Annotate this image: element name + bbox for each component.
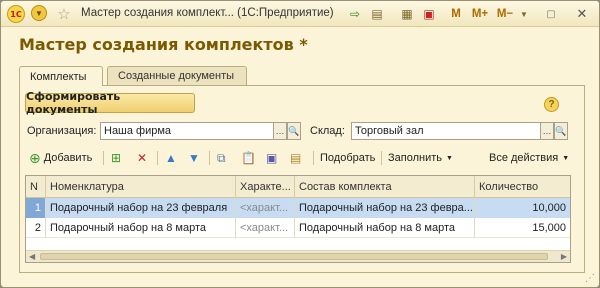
warehouse-field[interactable]: Торговый зал	[351, 122, 541, 140]
resize-grip-icon[interactable]: ⋰	[585, 273, 595, 284]
kits-table[interactable]: N Номенклатура Характе... Состав комплек…	[25, 175, 571, 263]
row-number: 2	[26, 218, 46, 238]
memory-plus-button[interactable]: M+	[470, 5, 490, 23]
pick-button[interactable]: Подобрать	[320, 148, 375, 168]
copy-add-icon: ⊞	[111, 151, 122, 165]
organization-search-icon[interactable]: 🔍	[287, 122, 301, 140]
warehouse-select-button[interactable]: …	[540, 122, 554, 140]
paste-special-button[interactable]: ▣	[266, 148, 277, 168]
cell-quantity[interactable]: 10,000	[475, 198, 570, 218]
title-bar: 1С ▼ ☆ Мастер создания комплект... (1С:П…	[1, 1, 599, 27]
cell-characteristic[interactable]: <характ...	[236, 198, 295, 218]
delete-button[interactable]: ✕	[137, 148, 147, 168]
arrow-up-icon: ▲	[165, 151, 177, 165]
tab-created-documents[interactable]: Созданные документы	[107, 66, 247, 85]
delete-icon: ✕	[137, 151, 148, 165]
page-title: Мастер создания комплектов *	[19, 35, 308, 54]
forward-icon[interactable]: ⇨	[347, 5, 363, 23]
all-actions-label: Все действия	[489, 152, 559, 164]
calendar-icon[interactable]: ▣	[421, 5, 437, 23]
app-logo-icon[interactable]: 1С	[7, 5, 25, 23]
organization-select-button[interactable]: …	[273, 122, 287, 140]
help-icon[interactable]: ?	[544, 97, 559, 112]
warehouse-search-icon[interactable]: 🔍	[554, 122, 568, 140]
copy-icon: ⧉	[217, 150, 226, 165]
horizontal-scrollbar[interactable]: ◀ ▶	[26, 250, 570, 262]
cell-composition[interactable]: Подарочный набор на 8 марта	[295, 218, 475, 238]
fill-button-label: Заполнить	[388, 152, 443, 164]
add-button[interactable]: ⊕ Добавить	[29, 148, 92, 168]
scroll-right-icon[interactable]: ▶	[561, 252, 567, 261]
favorite-star-icon[interactable]: ☆	[55, 5, 73, 23]
row-number: 1	[26, 198, 46, 218]
cell-quantity[interactable]: 15,000	[475, 218, 570, 238]
main-window: 1С ▼ ☆ Мастер создания комплект... (1С:П…	[0, 0, 600, 288]
close-icon[interactable]: ✕	[575, 5, 589, 23]
main-menu-icon[interactable]: ▼	[31, 5, 47, 21]
organization-field[interactable]: Наша фирма	[100, 122, 274, 140]
paste-button[interactable]: 📋	[241, 148, 256, 168]
add-button-label: Добавить	[43, 152, 93, 164]
scroll-thumb[interactable]	[40, 253, 548, 260]
move-up-button[interactable]: ▲	[165, 148, 177, 168]
paste-icon: 📋	[241, 151, 256, 165]
add-icon: ⊕	[29, 149, 41, 166]
all-actions-button[interactable]: Все действия ▼	[489, 148, 569, 168]
paste-special-icon: ▣	[266, 151, 278, 165]
generate-documents-button[interactable]: Сформировать документы	[25, 90, 195, 116]
arrow-down-icon: ▼	[188, 151, 200, 165]
column-header-quantity[interactable]: Количество	[475, 176, 570, 198]
cell-composition[interactable]: Подарочный набор на 23 февра...	[295, 198, 475, 218]
chevron-down-icon: ▼	[446, 154, 453, 162]
copy-button[interactable]: ⧉	[217, 148, 226, 168]
column-header-n[interactable]: N	[26, 176, 46, 198]
fill-button[interactable]: Заполнить ▼	[388, 148, 453, 168]
memory-minus-button[interactable]: M−	[495, 5, 515, 23]
window-title: Мастер создания комплект... (1С:Предприя…	[81, 7, 334, 19]
clipboard-button[interactable]: ▤	[290, 148, 301, 168]
move-down-button[interactable]: ▼	[188, 148, 200, 168]
table-header: N Номенклатура Характе... Состав комплек…	[26, 176, 570, 198]
warehouse-label: Склад:	[310, 125, 345, 137]
copy-row-button[interactable]: ⊞	[111, 148, 121, 168]
cell-characteristic[interactable]: <характ...	[236, 218, 295, 238]
chevron-down-icon: ▼	[562, 154, 570, 162]
column-header-nomenclature[interactable]: Номенклатура	[46, 176, 236, 198]
document-icon[interactable]: ▤	[369, 5, 385, 23]
table-row[interactable]: 1 Подарочный набор на 23 февраля <характ…	[26, 198, 570, 218]
calculator-icon[interactable]: ▦	[399, 5, 415, 23]
organization-label: Организация:	[27, 125, 97, 137]
table-row[interactable]: 2 Подарочный набор на 8 марта <характ...…	[26, 218, 570, 238]
clipboard-icon: ▤	[290, 151, 302, 165]
pin-icon[interactable]: ▢	[545, 5, 557, 23]
column-header-composition[interactable]: Состав комплекта	[295, 176, 475, 198]
chevron-down-icon[interactable]: ▼	[519, 5, 529, 23]
tab-kits[interactable]: Комплекты	[19, 66, 103, 86]
memory-m-button[interactable]: M	[450, 5, 462, 23]
scroll-left-icon[interactable]: ◀	[29, 252, 35, 261]
column-header-characteristic[interactable]: Характе...	[236, 176, 295, 198]
cell-nomenclature[interactable]: Подарочный набор на 23 февраля	[46, 198, 236, 218]
cell-nomenclature[interactable]: Подарочный набор на 8 марта	[46, 218, 236, 238]
table-toolbar: ⊕ Добавить ⊞ ✕ ▲ ▼ ⧉ 📋 ▣ ▤ Подобрать Зап…	[25, 148, 575, 168]
